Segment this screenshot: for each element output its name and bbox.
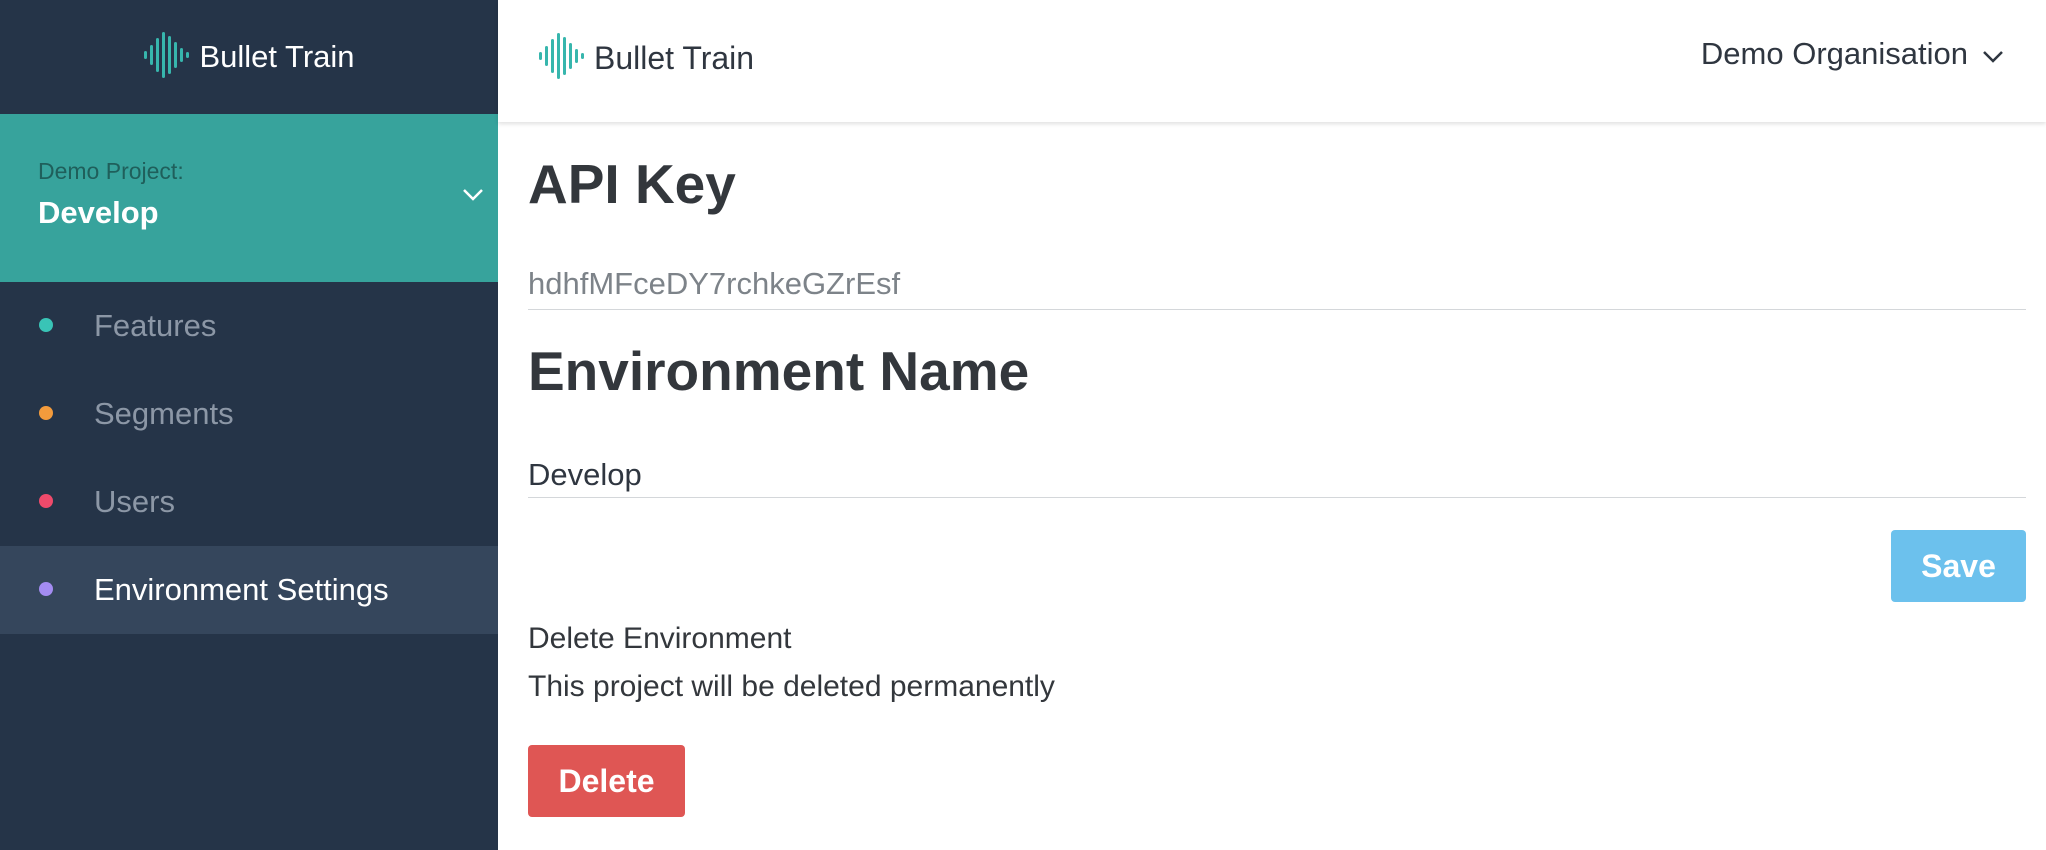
app-root: Bullet Train Demo Project: Develop Featu… — [0, 0, 2046, 850]
environment-name-input[interactable] — [528, 452, 2026, 498]
sidebar-item-label: Environment Settings — [94, 572, 389, 607]
soundwave-logo-icon — [538, 32, 584, 85]
delete-environment-description: This project will be deleted permanently — [528, 670, 1055, 703]
users-dot-icon — [39, 494, 53, 508]
project-label: Demo Project: — [38, 158, 184, 184]
delete-environment-heading: Delete Environment — [528, 622, 792, 655]
top-bar: Bullet Train Demo Organisation — [498, 0, 2046, 122]
sidebar-brand-name: Bullet Train — [199, 39, 355, 74]
header-brand-name: Bullet Train — [594, 40, 755, 76]
main-content: Bullet Train Demo Organisation API Key h… — [498, 0, 2046, 850]
chevron-down-icon[interactable] — [462, 188, 484, 207]
chevron-down-icon — [1982, 36, 2004, 72]
api-key-value[interactable]: hdhfMFceDY7rchkeGZrEsf — [528, 266, 2026, 310]
sidebar: Bullet Train Demo Project: Develop Featu… — [0, 0, 498, 850]
current-environment: Develop — [38, 195, 159, 230]
sidebar-item-features[interactable]: Features — [0, 282, 498, 370]
organisation-dropdown[interactable]: Demo Organisation — [1701, 36, 2004, 72]
soundwave-logo-icon — [143, 31, 190, 83]
segments-dot-icon — [39, 406, 53, 420]
organisation-name: Demo Organisation — [1700, 36, 1968, 71]
sidebar-item-label: Users — [94, 484, 175, 519]
sidebar-item-environment-settings[interactable]: Environment Settings — [0, 546, 498, 634]
delete-button[interactable]: Delete — [528, 745, 685, 817]
sidebar-item-label: Segments — [94, 396, 234, 431]
sidebar-item-segments[interactable]: Segments — [0, 370, 498, 458]
sidebar-item-users[interactable]: Users — [0, 458, 498, 546]
project-environment-selector[interactable]: Demo Project: Develop — [0, 114, 498, 282]
sidebar-brand[interactable]: Bullet Train — [0, 0, 498, 114]
features-dot-icon — [39, 318, 53, 332]
sidebar-item-label: Features — [94, 308, 217, 343]
environment-settings-dot-icon — [39, 582, 53, 596]
sidebar-nav: Features Segments Users Environment Sett… — [0, 282, 498, 634]
environment-name-heading: Environment Name — [528, 340, 1030, 402]
api-key-heading: API Key — [528, 153, 736, 215]
header-brand[interactable]: Bullet Train — [538, 32, 754, 85]
save-button[interactable]: Save — [1891, 530, 2026, 602]
